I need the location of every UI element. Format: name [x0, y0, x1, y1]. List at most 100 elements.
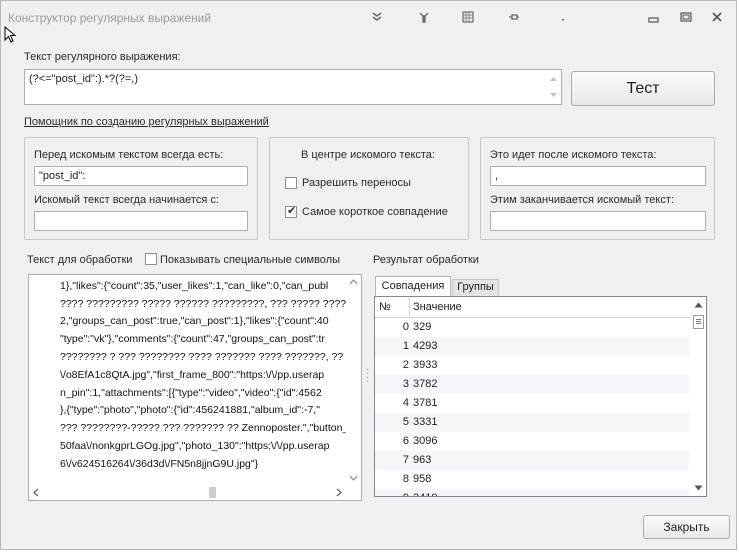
end-input[interactable]	[490, 211, 706, 231]
row-value: 963	[413, 454, 432, 466]
results-grid[interactable]: № Значение 0 329 1 4293 2 3933 3 3782 4 3781 …	[374, 296, 707, 497]
close-window-button[interactable]	[709, 10, 725, 24]
row-number: 3	[402, 378, 409, 390]
regex-scroll-arrows-icon[interactable]	[549, 74, 558, 100]
scroll-up-arrow-icon[interactable]	[694, 302, 703, 308]
after-input[interactable]: ,	[490, 166, 706, 186]
tab-groups[interactable]: Группы	[452, 279, 499, 296]
table-row[interactable]: 6 3096	[375, 432, 689, 451]
shortest-match-checkbox[interactable]	[285, 204, 297, 218]
results-vertical-scrollbar[interactable]	[691, 297, 706, 496]
before-text-group: Перед искомым текстом всегда есть: "post…	[24, 137, 258, 240]
source-line: "type":"vk"},"comments":{"count":47,"gro…	[60, 333, 325, 345]
row-number: 8	[402, 473, 409, 485]
row-value: 3331	[413, 416, 438, 428]
test-button[interactable]: Тест	[571, 71, 715, 106]
show-special-chars-label[interactable]: Показывать специальные символы	[160, 254, 340, 266]
column-header-value[interactable]: Значение	[413, 301, 462, 313]
table-row[interactable]: 1 4293	[375, 337, 689, 356]
row-number: 7	[402, 454, 409, 466]
scroll-left-arrow-icon[interactable]	[33, 488, 39, 497]
row-value: 958	[413, 473, 432, 485]
table-row[interactable]: 0 329	[375, 318, 689, 337]
row-number: 1	[402, 340, 409, 352]
before-label: Перед искомым текстом всегда есть:	[34, 149, 224, 161]
start-input[interactable]	[34, 211, 248, 231]
row-value: 3933	[413, 359, 438, 371]
splitter-grip-icon[interactable]: · · · ·	[366, 365, 369, 387]
tab-matches[interactable]: Совпадения	[375, 276, 451, 297]
table-row[interactable]: 5 3331	[375, 413, 689, 432]
table-row[interactable]: 7 963	[375, 451, 689, 470]
center-text-group: В центре искомого текста: Разрешить пере…	[269, 137, 469, 240]
row-number: 9	[375, 492, 409, 496]
row-value: 3781	[413, 397, 438, 409]
table-row[interactable]: 9 3419	[375, 489, 689, 496]
source-line: \/o8EfA1c8QtA.jpg","first_frame_800":"ht…	[60, 369, 325, 381]
regex-helper-link[interactable]: Помощник по созданию регулярных выражени…	[24, 116, 269, 128]
source-text-label: Текст для обработки	[27, 254, 133, 266]
scroll-down-arrow-icon[interactable]	[349, 475, 358, 481]
mouse-cursor-icon	[4, 25, 18, 44]
source-line: ???? ????????? ????? ?????? ?????????, ?…	[60, 298, 362, 310]
source-line: ???????? ? ??? ???????? ???? ??????? ???…	[60, 351, 362, 363]
source-line: 2,"groups_can_post":true,"can_post":1},"…	[60, 315, 329, 327]
regex-value: (?<="post_id":).*?(?=,)	[29, 73, 139, 85]
source-line: 6\/v624516264\/36d3d\/FN5n8jjnG9U.jpg"}	[60, 458, 259, 470]
dot-icon[interactable]	[556, 10, 570, 24]
source-line: },{"type":"photo","photo":{"id":45624188…	[60, 404, 320, 416]
source-line: n_pin":1,"attachments":[{"type":"video",…	[60, 387, 322, 399]
vertical-scroll-thumb[interactable]	[693, 315, 704, 329]
row-number: 4	[402, 397, 409, 409]
row-number: 5	[402, 416, 409, 428]
row-value: 329	[413, 321, 432, 333]
table-row[interactable]: 3 3782	[375, 375, 689, 394]
source-textarea[interactable]: 1},"likes":{"count":35,"user_likes":1,"c…	[28, 274, 362, 501]
row-number: 0	[402, 321, 409, 333]
horizontal-scroll-thumb[interactable]	[209, 487, 216, 498]
source-vertical-scrollbar[interactable]	[346, 275, 361, 485]
row-value: 3419	[413, 492, 437, 496]
table-row[interactable]: 8 958	[375, 470, 689, 489]
row-number: 6	[402, 435, 409, 447]
maximize-button[interactable]	[678, 10, 694, 24]
row-value: 4293	[413, 340, 438, 352]
scroll-down-arrow-icon[interactable]	[694, 485, 703, 491]
close-button[interactable]: Закрыть	[643, 515, 730, 539]
regex-label: Текст регулярного выражения:	[24, 51, 181, 63]
allow-line-breaks-checkbox[interactable]	[285, 177, 297, 189]
end-label: Этим заканчивается искомый текст:	[490, 194, 674, 206]
source-line: 1},"likes":{"count":35,"user_likes":1,"c…	[60, 280, 329, 292]
allow-line-breaks-label[interactable]: Разрешить переносы	[302, 177, 411, 189]
minimize-button[interactable]	[646, 10, 662, 24]
table-row[interactable]: 4 3781	[375, 394, 689, 413]
regex-input[interactable]: (?<="post_id":).*?(?=,)	[24, 69, 562, 105]
results-grid-header: № Значение	[375, 297, 691, 318]
grid-icon[interactable]	[461, 10, 475, 24]
after-label: Это идет после искомого текста:	[490, 149, 657, 161]
start-label: Искомый текст всегда начинается с:	[34, 194, 219, 206]
after-value: ,	[495, 170, 499, 182]
row-value: 3782	[413, 378, 438, 390]
column-header-number[interactable]: №	[379, 301, 391, 313]
show-special-chars-checkbox[interactable]	[145, 253, 157, 265]
source-horizontal-scrollbar[interactable]	[29, 485, 346, 500]
table-row[interactable]: 2 3933	[375, 356, 689, 375]
double-chevron-down-icon[interactable]	[370, 10, 384, 24]
scroll-right-arrow-icon[interactable]	[336, 488, 342, 497]
before-value: "post_id":	[39, 170, 86, 182]
row-value: 3096	[413, 435, 438, 447]
title-bar[interactable]: Конструктор регулярных выражений	[1, 1, 736, 33]
result-label: Результат обработки	[373, 254, 479, 266]
column-divider	[409, 297, 410, 317]
regex-constructor-window: Конструктор регулярных выражений Текст р	[0, 0, 737, 550]
tool-icon[interactable]	[417, 10, 431, 24]
pin-icon[interactable]	[507, 10, 521, 24]
source-line: 50faa\/nonkgprLGOg.jpg","photo_130":"htt…	[60, 440, 330, 452]
shortest-match-label[interactable]: Самое короткое совпадение	[302, 206, 448, 218]
row-number: 2	[402, 359, 409, 371]
after-text-group: Это идет после искомого текста: , Этим з…	[480, 137, 715, 240]
scroll-up-arrow-icon[interactable]	[349, 279, 358, 285]
window-title: Конструктор регулярных выражений	[8, 11, 212, 25]
before-input[interactable]: "post_id":	[34, 166, 248, 186]
